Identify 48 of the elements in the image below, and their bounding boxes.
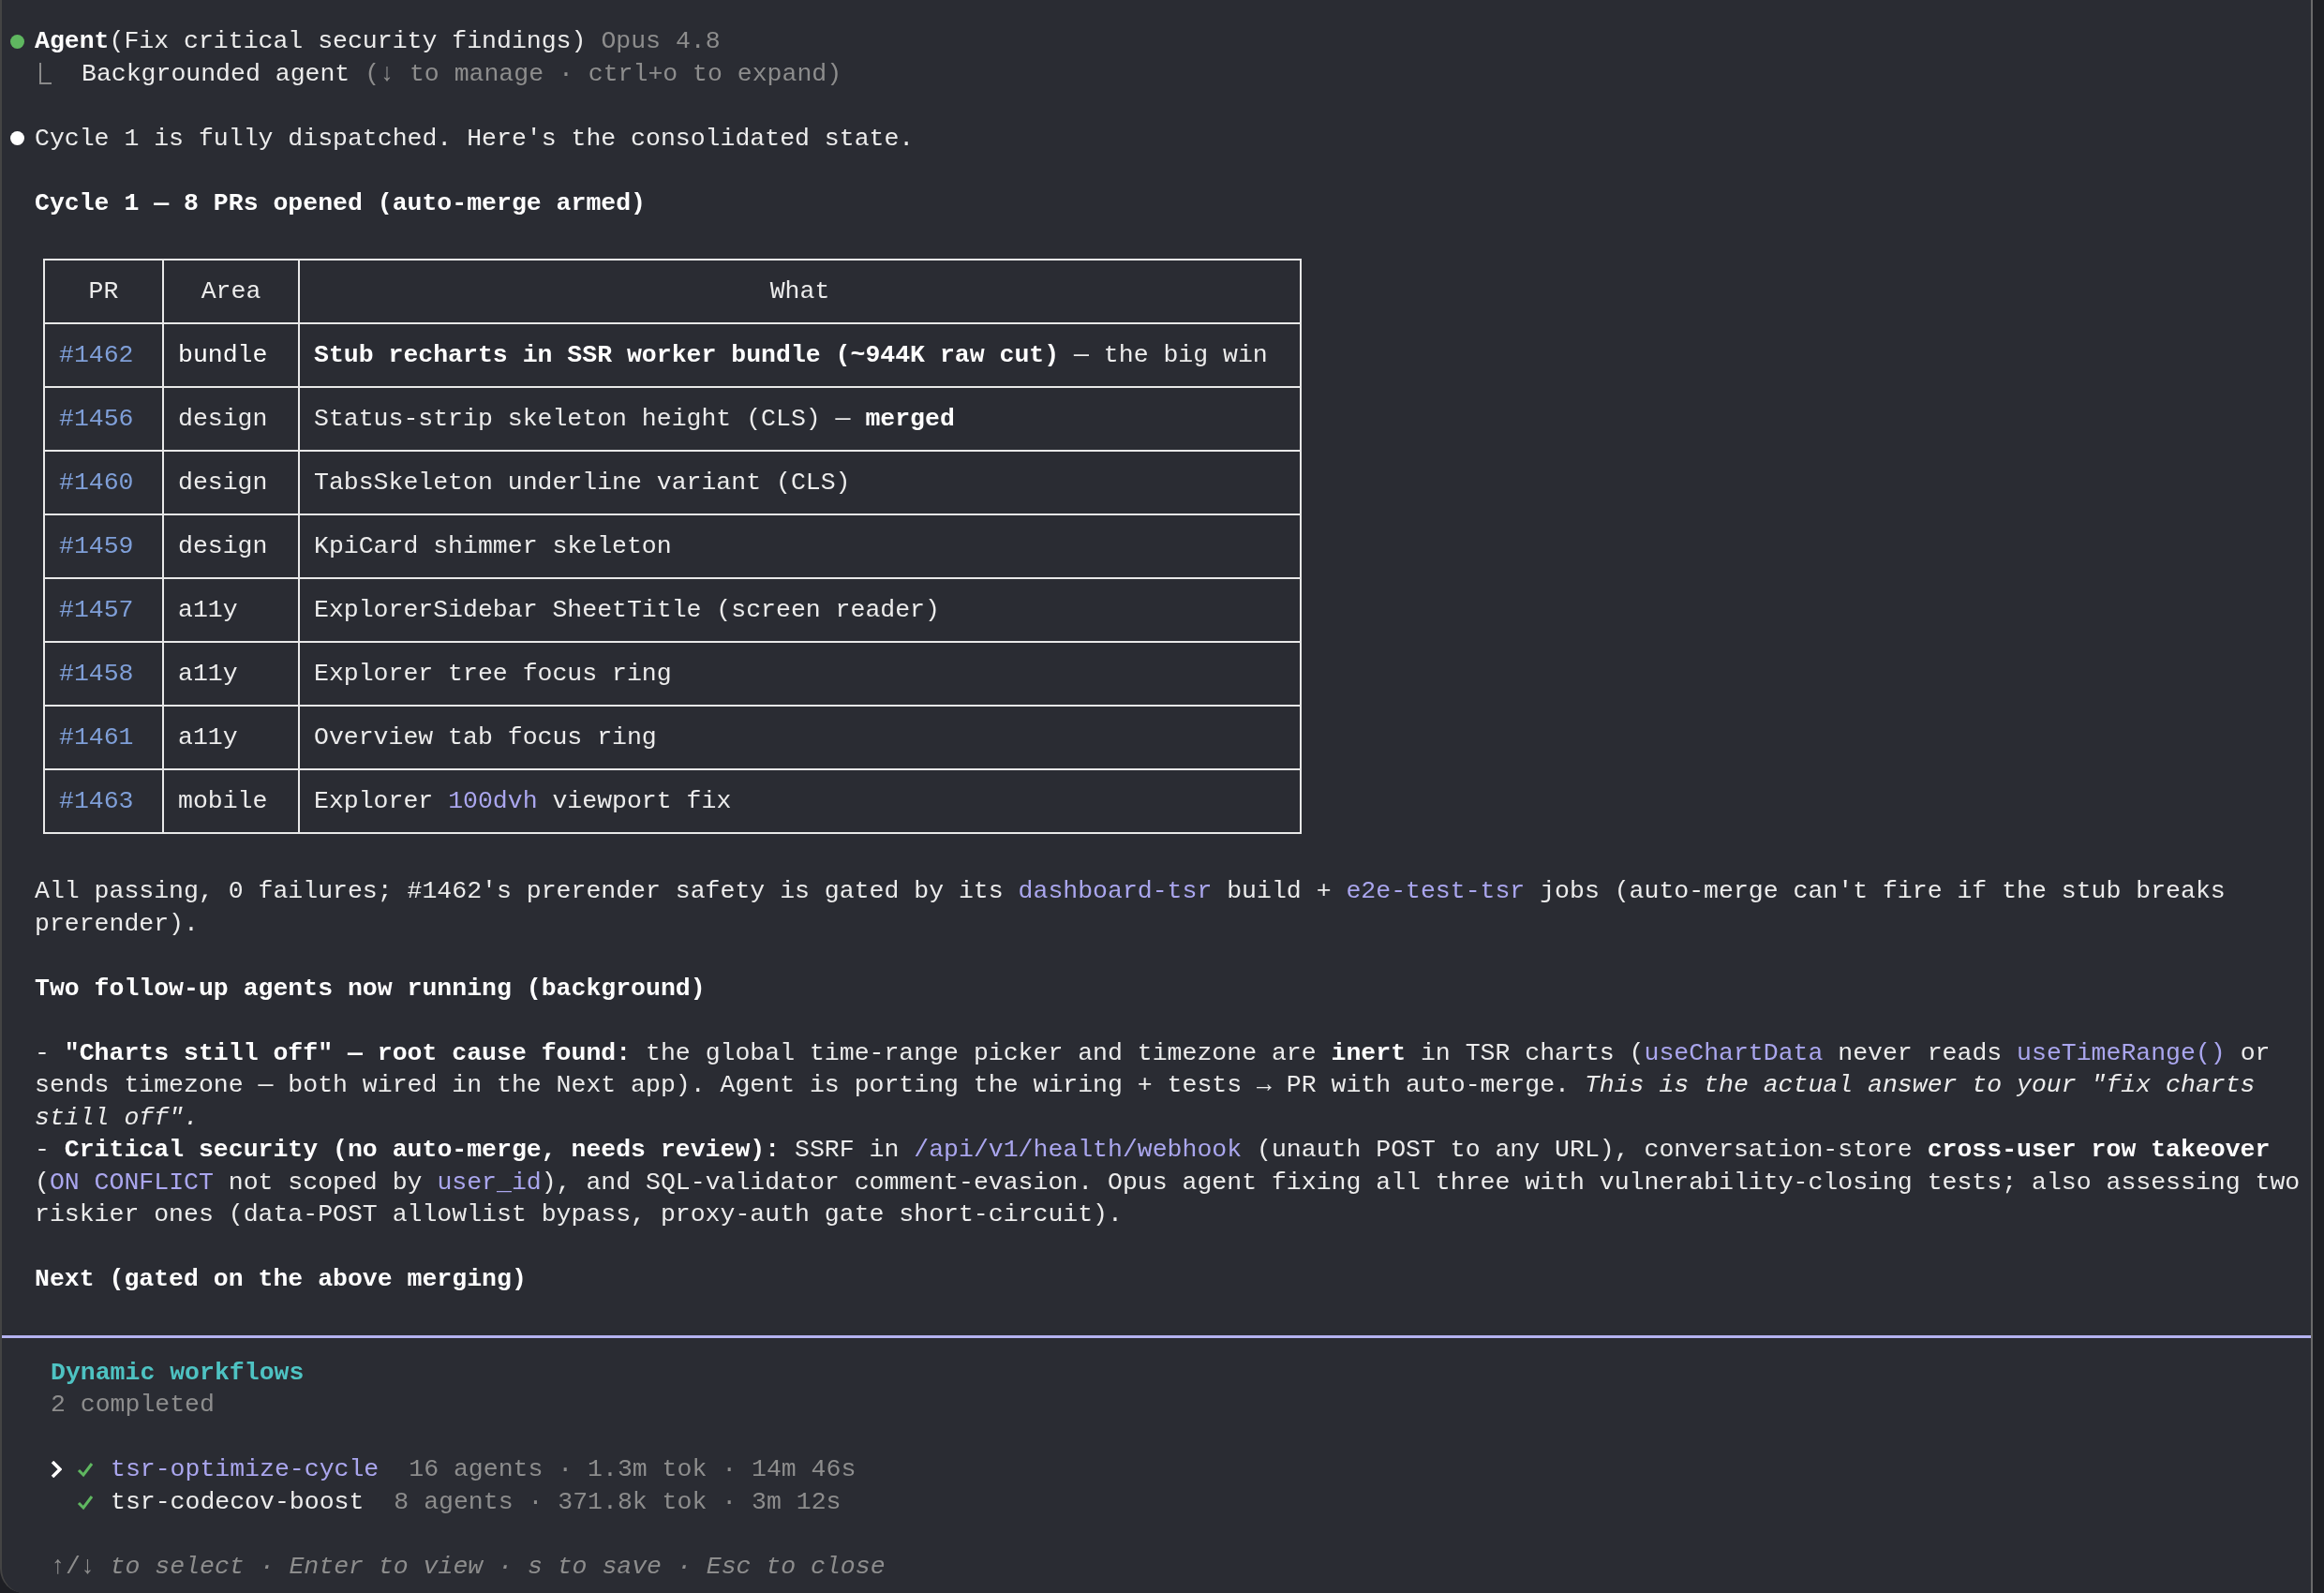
column-header: PR	[44, 260, 163, 323]
status-dot	[10, 34, 24, 49]
bullet-paragraph: - "Charts still off" — root cause found: the global time-range picker and timezone are inert in TSR charts (useChartData never reads useTimeRange() or sends timezone — both wired in the Next app). Agent is porting the wiring + tests → PR with auto-merge. This is the actual answer to your "fix charts still off".	[35, 1037, 2272, 1134]
description-cell: TabsSkeleton underline variant (CLS)	[299, 451, 1301, 514]
summary-paragraph: All passing, 0 failures; #1462's prerender safety is gated by its dashboard-tsr build + e2e-test-tsr jobs (auto-merge can't fire if the stub breaks prerender).	[35, 876, 2227, 940]
description-cell: Overview tab focus ring	[299, 706, 1301, 769]
pr-link[interactable]: #1463	[44, 769, 163, 833]
agent-name: Agent	[35, 26, 110, 57]
column-header: What	[299, 260, 1301, 323]
area-cell: bundle	[163, 323, 299, 387]
area-cell: design	[163, 451, 299, 514]
key-hint: ↑/↓ to select · Enter to view · s to save · Esc to close	[51, 1551, 886, 1583]
pr-link[interactable]: #1456	[44, 387, 163, 451]
agent-hint: (↓ to manage · ctrl+o to expand)	[365, 58, 842, 90]
area-cell: mobile	[163, 769, 299, 833]
model-label: Opus 4.8	[601, 26, 721, 57]
lead-text: Cycle 1 is fully dispatched. Here's the consolidated state.	[35, 123, 915, 155]
panel-subtitle: 2 completed	[51, 1390, 216, 1421]
pr-link[interactable]: #1460	[44, 451, 163, 514]
description-cell: Status-strip skeleton height (CLS) — merged	[299, 387, 1301, 451]
workflow-item[interactable]: tsr-codecov-boost 8 agents · 371.8k tok · 3m 12s	[51, 1485, 842, 1518]
pr-link[interactable]: #1461	[44, 706, 163, 769]
pr-link[interactable]: #1459	[44, 514, 163, 578]
pr-link[interactable]: #1457	[44, 578, 163, 642]
area-cell: a11y	[163, 578, 299, 642]
area-cell: a11y	[163, 642, 299, 706]
pr-link[interactable]: #1462	[44, 323, 163, 387]
section-heading: Cycle 1 — 8 PRs opened (auto-merge armed)	[35, 187, 646, 219]
bullet-dot	[10, 131, 24, 146]
area-cell: design	[163, 387, 299, 451]
description-cell: ExplorerSidebar SheetTitle (screen reader)	[299, 578, 1301, 642]
panel-title: Dynamic workflows	[51, 1357, 305, 1389]
pointer-icon	[51, 1461, 62, 1479]
workflow-item[interactable]: tsr-optimize-cycle 16 agents · 1.3m tok · 14m 46s	[51, 1453, 857, 1486]
agent-detail: Backgrounded agent	[82, 58, 350, 90]
area-cell: a11y	[163, 706, 299, 769]
description-cell: Stub recharts in SSR worker bundle (~944K raw cut) — the big win	[299, 323, 1301, 387]
description-cell: Explorer tree focus ring	[299, 642, 1301, 706]
pr-link[interactable]: #1458	[44, 642, 163, 706]
description-cell: KpiCard shimmer skeleton	[299, 514, 1301, 578]
section-heading: Two follow-up agents now running (background)	[35, 973, 706, 1005]
section-heading: Next (gated on the above merging)	[35, 1264, 527, 1295]
area-cell: design	[163, 514, 299, 578]
agent-task: (Fix critical security findings)	[109, 26, 587, 57]
bullet-paragraph: - Critical security (no auto-merge, needs review): SSRF in /api/v1/health/webhook (unauth POST to any URL), conversation-store cross-user row takeover (ON CONFLICT not scoped by user_id), and SQL-validator comment-evasion. Opus agent fixing all three with vulnerability-closing tests; also assessing two riskier ones (data-POST allowlist bypass, proxy-auth gate short-circuit).	[35, 1135, 2302, 1230]
description-cell: Explorer 100dvh viewport fix	[299, 769, 1301, 833]
branch-icon	[38, 62, 52, 85]
column-header: Area	[163, 260, 299, 323]
